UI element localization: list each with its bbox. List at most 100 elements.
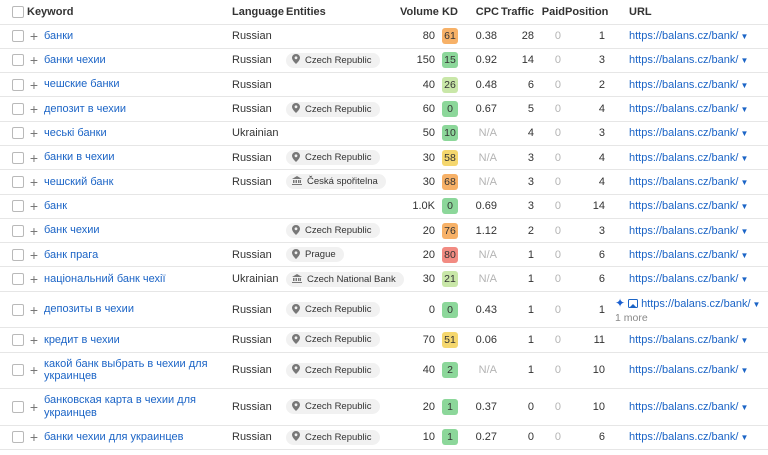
chevron-down-icon[interactable]: ▼: [740, 275, 748, 284]
chevron-down-icon[interactable]: ▼: [740, 403, 748, 412]
url-link[interactable]: https://balans.cz/bank/: [629, 54, 738, 66]
keyword-link[interactable]: національний банк чехії: [44, 273, 166, 285]
url-link[interactable]: https://balans.cz/bank/: [629, 273, 738, 285]
keyword-link[interactable]: чеські банки: [44, 127, 107, 139]
add-keyword-plus-icon[interactable]: +: [28, 248, 40, 262]
keyword-link[interactable]: банк: [44, 200, 67, 212]
url-link[interactable]: https://balans.cz/bank/: [629, 225, 738, 237]
add-keyword-plus-icon[interactable]: +: [28, 175, 40, 189]
keyword-link[interactable]: какой банк выбрать в чехии для украинцев: [44, 358, 208, 383]
add-keyword-plus-icon[interactable]: +: [28, 78, 40, 92]
add-keyword-plus-icon[interactable]: +: [28, 303, 40, 317]
url-link[interactable]: https://balans.cz/bank/: [629, 431, 738, 443]
entity-chip[interactable]: Czech Republic: [286, 302, 380, 318]
add-keyword-plus-icon[interactable]: +: [28, 272, 40, 286]
chevron-down-icon[interactable]: ▼: [740, 251, 748, 260]
keyword-link[interactable]: банки чехии для украинцев: [44, 431, 183, 443]
url-link[interactable]: https://balans.cz/bank/: [629, 364, 738, 376]
entity-chip[interactable]: Česká spořitelna: [286, 174, 386, 190]
add-keyword-plus-icon[interactable]: +: [28, 53, 40, 67]
column-header-position[interactable]: Position: [565, 6, 608, 18]
entity-chip[interactable]: Czech Republic: [286, 150, 380, 166]
column-header-volume[interactable]: Volume: [400, 6, 439, 18]
row-checkbox[interactable]: [12, 273, 24, 286]
row-checkbox[interactable]: [12, 364, 24, 377]
row-checkbox[interactable]: [12, 303, 24, 316]
row-checkbox[interactable]: [12, 248, 24, 261]
row-checkbox[interactable]: [12, 54, 24, 67]
url-link[interactable]: https://balans.cz/bank/: [629, 401, 738, 413]
keyword-link[interactable]: депозит в чехии: [44, 103, 126, 115]
chevron-down-icon[interactable]: ▼: [740, 227, 748, 236]
url-link[interactable]: https://balans.cz/bank/: [629, 334, 738, 346]
chevron-down-icon[interactable]: ▼: [740, 336, 748, 345]
chevron-down-icon[interactable]: ▼: [740, 178, 748, 187]
add-keyword-plus-icon[interactable]: +: [28, 29, 40, 43]
keyword-link[interactable]: банки в чехии: [44, 151, 115, 163]
entity-chip[interactable]: Czech Republic: [286, 399, 380, 415]
chevron-down-icon[interactable]: ▼: [740, 56, 748, 65]
chevron-down-icon[interactable]: ▼: [740, 433, 748, 442]
keyword-link[interactable]: чешские банки: [44, 78, 120, 90]
entity-chip[interactable]: Czech Republic: [286, 362, 380, 378]
entity-chip[interactable]: Czech Republic: [286, 332, 380, 348]
column-header-url[interactable]: URL: [629, 6, 652, 18]
row-checkbox[interactable]: [12, 151, 24, 164]
column-header-language[interactable]: Language: [232, 6, 284, 18]
chevron-down-icon[interactable]: ▼: [740, 81, 748, 90]
row-checkbox[interactable]: [12, 127, 24, 140]
url-link[interactable]: https://balans.cz/bank/: [629, 103, 738, 115]
keyword-link[interactable]: банковская карта в чехии для украинцев: [44, 394, 196, 419]
more-urls-link[interactable]: 1 more: [615, 312, 768, 324]
keyword-link[interactable]: банки чехии: [44, 54, 106, 66]
add-keyword-plus-icon[interactable]: +: [28, 126, 40, 140]
add-keyword-plus-icon[interactable]: +: [28, 333, 40, 347]
add-keyword-plus-icon[interactable]: +: [28, 430, 40, 444]
keyword-link[interactable]: чешский банк: [44, 176, 113, 188]
chevron-down-icon[interactable]: ▼: [740, 202, 748, 211]
column-header-entities[interactable]: Entities: [286, 6, 326, 18]
column-header-traffic[interactable]: Traffic: [501, 6, 534, 18]
chevron-down-icon[interactable]: ▼: [740, 154, 748, 163]
entity-chip[interactable]: Prague: [286, 247, 344, 263]
entity-chip[interactable]: Czech Republic: [286, 101, 380, 117]
entity-chip[interactable]: Czech Republic: [286, 429, 380, 445]
row-checkbox[interactable]: [12, 200, 24, 213]
keyword-link[interactable]: банки: [44, 30, 73, 42]
row-checkbox[interactable]: [12, 30, 24, 43]
column-header-keyword[interactable]: Keyword: [27, 6, 73, 18]
column-header-paid[interactable]: Paid: [542, 6, 565, 18]
row-checkbox[interactable]: [12, 175, 24, 188]
row-checkbox[interactable]: [12, 224, 24, 237]
add-keyword-plus-icon[interactable]: +: [28, 363, 40, 377]
entity-chip[interactable]: Czech Republic: [286, 52, 380, 68]
row-checkbox[interactable]: [12, 333, 24, 346]
add-keyword-plus-icon[interactable]: +: [28, 224, 40, 238]
url-link[interactable]: https://balans.cz/bank/: [629, 79, 738, 91]
select-all-checkbox[interactable]: [12, 5, 24, 18]
url-link[interactable]: https://balans.cz/bank/: [629, 30, 738, 42]
add-keyword-plus-icon[interactable]: +: [28, 199, 40, 213]
keyword-link[interactable]: банк прага: [44, 249, 98, 261]
keyword-link[interactable]: банк чехии: [44, 224, 100, 236]
keyword-link[interactable]: депозиты в чехии: [44, 303, 134, 315]
column-header-kd[interactable]: KD: [442, 6, 458, 18]
add-keyword-plus-icon[interactable]: +: [28, 151, 40, 165]
chevron-down-icon[interactable]: ▼: [740, 32, 748, 41]
chevron-down-icon[interactable]: ▼: [740, 129, 748, 138]
url-link[interactable]: https://balans.cz/bank/: [629, 200, 738, 212]
url-link[interactable]: https://balans.cz/bank/: [629, 127, 738, 139]
url-link[interactable]: https://balans.cz/bank/: [641, 298, 750, 310]
column-header-cpc[interactable]: CPC: [476, 6, 499, 18]
row-checkbox[interactable]: [12, 431, 24, 444]
row-checkbox[interactable]: [12, 78, 24, 91]
entity-chip[interactable]: Czech Republic: [286, 223, 380, 239]
add-keyword-plus-icon[interactable]: +: [28, 400, 40, 414]
url-link[interactable]: https://balans.cz/bank/: [629, 176, 738, 188]
url-link[interactable]: https://balans.cz/bank/: [629, 249, 738, 261]
chevron-down-icon[interactable]: ▼: [740, 366, 748, 375]
entity-chip[interactable]: Czech National Bank: [286, 271, 404, 287]
chevron-down-icon[interactable]: ▼: [753, 300, 761, 309]
add-keyword-plus-icon[interactable]: +: [28, 102, 40, 116]
row-checkbox[interactable]: [12, 400, 24, 413]
